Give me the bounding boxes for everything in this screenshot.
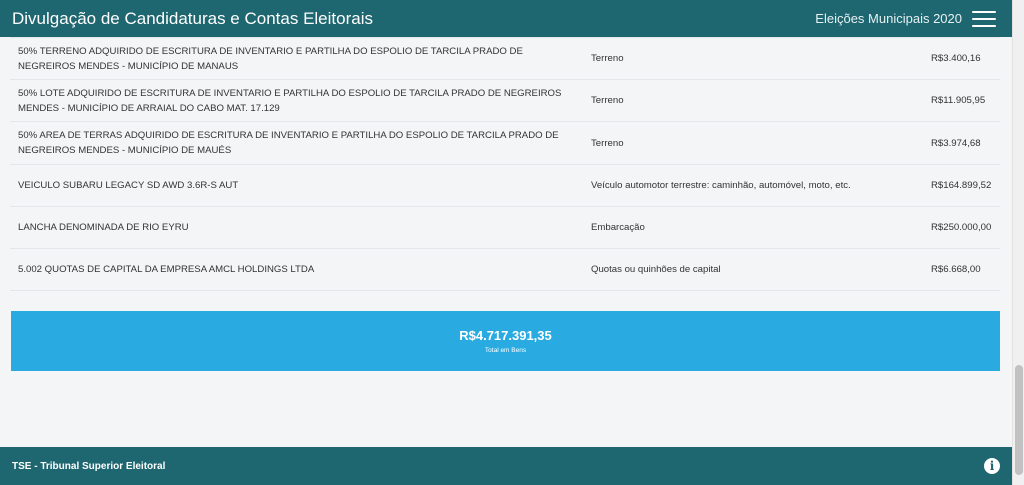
app-title: Divulgação de Candidaturas e Contas Elei…: [12, 8, 373, 28]
footer-bar: TSE - Tribunal Superior Eleitoral i: [0, 447, 1012, 485]
header-right: Eleições Municipais 2020: [815, 10, 996, 27]
asset-description: 50% TERRENO ADQUIRIDO DE ESCRITURA DE IN…: [18, 45, 523, 72]
table-row: 50% TERRENO ADQUIRIDO DE ESCRITURA DE IN…: [10, 37, 1000, 80]
asset-description: 50% AREA DE TERRAS ADQUIRIDO DE ESCRITUR…: [18, 130, 559, 156]
asset-value: R$11.905,95: [931, 95, 986, 106]
asset-value: R$6.668,00: [931, 264, 981, 275]
election-label: Eleições Municipais 2020: [815, 11, 962, 26]
footer-brand: TSE - Tribunal Superior Eleitoral: [12, 460, 166, 472]
table-row: 50% AREA DE TERRAS ADQUIRIDO DE ESCRITUR…: [10, 122, 1000, 165]
top-navigation-bar: Divulgação de Candidaturas e Contas Elei…: [0, 0, 1012, 37]
page-scrollbar[interactable]: [1012, 0, 1024, 485]
asset-type: Terreno: [591, 95, 624, 106]
total-label: Total em Bens: [484, 347, 527, 354]
asset-description: VEICULO SUBARU LEGACY SD AWD 3.6R-S AUT: [18, 180, 239, 191]
asset-type: Embarcação: [591, 222, 645, 233]
asset-description: 5.002 QUOTAS DE CAPITAL DA EMPRESA AMCL …: [18, 264, 315, 275]
table-row: 5.002 QUOTAS DE CAPITAL DA EMPRESA AMCL …: [10, 249, 1000, 291]
asset-value: R$3.400,16: [931, 53, 981, 64]
asset-type: Quotas ou quinhões de capital: [591, 264, 721, 275]
hamburger-menu-icon[interactable]: [972, 10, 996, 27]
asset-value: R$250.000,00: [931, 222, 992, 233]
asset-type: Terreno: [591, 137, 624, 149]
asset-value: R$164.899,52: [931, 180, 992, 191]
table-row: VEICULO SUBARU LEGACY SD AWD 3.6R-S AUT …: [10, 165, 1000, 207]
asset-description: LANCHA DENOMINADA DE RIO EYRU: [18, 222, 189, 233]
asset-description: 50% LOTE ADQUIRIDO DE ESCRITURA DE INVEN…: [18, 87, 562, 114]
asset-value: R$3.974,68: [931, 137, 981, 149]
asset-type: Veículo automotor terrestre: caminhão, a…: [591, 180, 851, 191]
total-assets-panel: R$4.717.391,35 Total em Bens: [11, 311, 1000, 371]
assets-list: 50% TERRENO ADQUIRIDO DE ESCRITURA DE IN…: [10, 37, 1000, 291]
scrollbar-thumb[interactable]: [1015, 365, 1023, 475]
assets-table: 50% TERRENO ADQUIRIDO DE ESCRITURA DE IN…: [10, 37, 1000, 291]
table-row: 50% LOTE ADQUIRIDO DE ESCRITURA DE INVEN…: [10, 80, 1000, 122]
asset-type: Terreno: [591, 53, 624, 64]
total-amount: R$4.717.391,35: [459, 328, 552, 343]
table-row: LANCHA DENOMINADA DE RIO EYRU Embarcação…: [10, 207, 1000, 249]
info-icon[interactable]: i: [984, 458, 1000, 474]
